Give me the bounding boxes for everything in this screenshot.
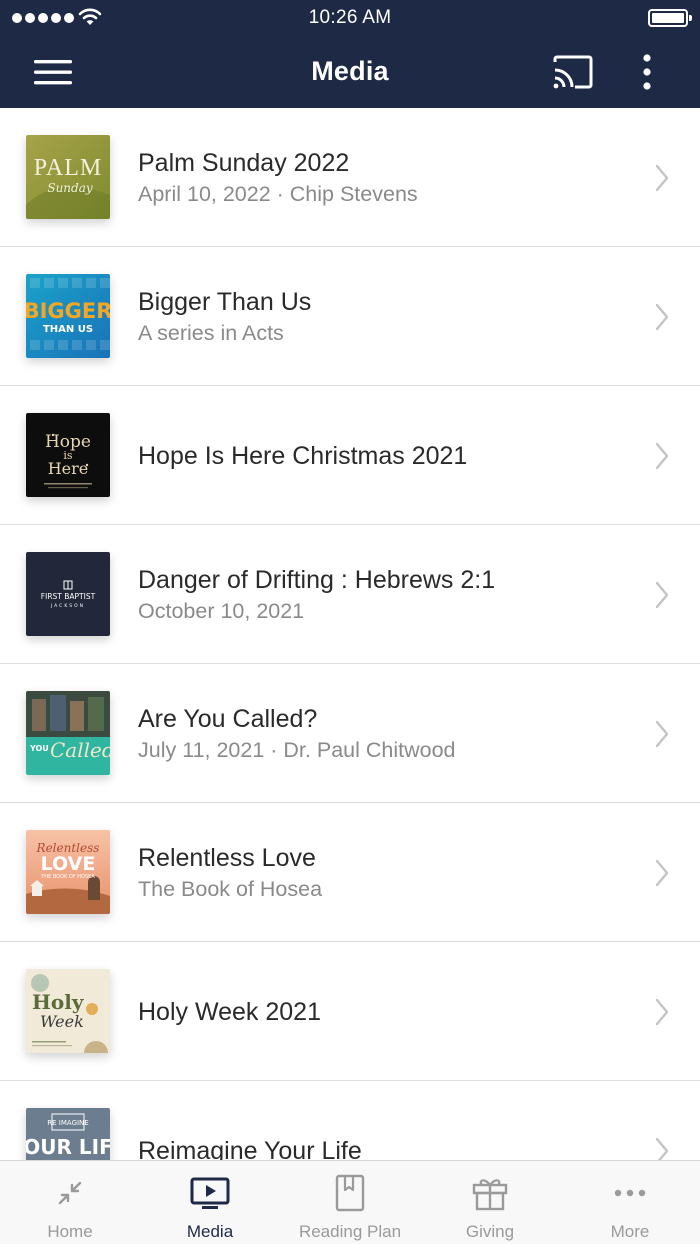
status-time: 10:26 AM (308, 7, 392, 28)
thumb-title: Holy (32, 990, 85, 1014)
media-subtitle: July 11, 2021 · Dr. Paul Chitwood (138, 737, 456, 762)
tab-label: Home (47, 1222, 93, 1241)
thumb-script: Week (40, 1012, 84, 1031)
thumb-sub: THAN US (43, 324, 93, 335)
media-title: Reimagine Your Life (138, 1136, 362, 1161)
compress-arrows-icon (58, 1181, 82, 1205)
media-title: Danger of Drifting : Hebrews 2:1 (138, 565, 496, 594)
media-title: Holy Week 2021 (138, 997, 321, 1026)
tab-reading-plan[interactable]: Reading Plan (280, 1161, 420, 1244)
chevron-right-icon (655, 720, 669, 748)
bookmark-book-icon (335, 1174, 365, 1212)
media-subtitle: April 10, 2022 · Chip Stevens (138, 181, 418, 206)
thumb-sub: THE BOOK OF HOSEA (40, 874, 95, 880)
chevron-right-icon (655, 164, 669, 192)
media-subtitle: October 10, 2021 (138, 598, 305, 623)
chevron-right-icon (655, 998, 669, 1026)
media-list: PALM Sunday Palm Sunday 2022 April 10, 2… (0, 108, 700, 1160)
media-list-item[interactable]: FIRST BAPTIST JACKSON Danger of Drifting… (0, 525, 700, 664)
thumb-script: Here (48, 459, 89, 478)
battery-icon (648, 9, 692, 27)
media-subtitle: A series in Acts (138, 320, 284, 345)
thumb-sub: JACKSON (50, 603, 85, 609)
chevron-right-icon (655, 442, 669, 470)
tab-media[interactable]: Media (140, 1161, 280, 1244)
tab-label: Giving (465, 1222, 515, 1241)
media-thumbnail: PALM Sunday (26, 135, 110, 219)
thumb-script: Sunday (47, 181, 93, 195)
tab-label: More (610, 1222, 650, 1241)
thumb-title: BIGGER (26, 299, 110, 323)
hamburger-icon (34, 60, 72, 85)
media-list-item[interactable]: YOU Called Are You Called? July 11, 2021… (0, 664, 700, 803)
tab-label: Media (186, 1222, 234, 1241)
thumb-title: FIRST BAPTIST (41, 592, 96, 601)
media-subtitle: The Book of Hosea (138, 876, 323, 901)
tab-more[interactable]: More (560, 1161, 700, 1244)
cast-button[interactable] (548, 52, 596, 92)
media-thumbnail: Relentless LOVE THE BOOK OF HOSEA (26, 830, 110, 914)
thumb-title: LOVE (41, 853, 96, 875)
media-title: Hope Is Here Christmas 2021 (138, 441, 468, 470)
media-thumbnail: YOU Called (26, 691, 110, 775)
nav-bar: Media (0, 36, 700, 108)
ellipsis-icon (614, 1189, 646, 1197)
status-bar: 10:26 AM (0, 0, 700, 36)
chevron-right-icon (655, 1137, 669, 1160)
thumb-sub: OUR LIF (26, 1135, 110, 1159)
media-thumbnail: Hope is Here (26, 413, 110, 497)
thumb-title: PALM (34, 155, 102, 181)
gift-icon (472, 1179, 508, 1211)
media-list-item[interactable]: PALM Sunday Palm Sunday 2022 April 10, 2… (0, 108, 700, 247)
media-title: Palm Sunday 2022 (138, 148, 350, 177)
tab-home[interactable]: Home (0, 1161, 140, 1244)
media-list-item[interactable]: BIGGER THAN US Bigger Than Us A series i… (0, 247, 700, 386)
media-thumbnail: RE IMAGINE OUR LIF (26, 1108, 110, 1160)
media-list-item[interactable]: Holy Week Holy Week 2021 (0, 942, 700, 1081)
media-thumbnail: FIRST BAPTIST JACKSON (26, 552, 110, 636)
chevron-right-icon (655, 303, 669, 331)
tv-play-icon (190, 1177, 230, 1209)
overflow-menu-button[interactable] (632, 50, 662, 94)
tab-bar: Home Media Reading Plan Giving More (0, 1160, 700, 1244)
media-list-item[interactable]: Hope is Here Hope Is Here Christmas 2021 (0, 386, 700, 525)
media-title: Relentless Love (138, 843, 316, 872)
chevron-right-icon (655, 859, 669, 887)
tab-giving[interactable]: Giving (420, 1161, 560, 1244)
media-list-item[interactable]: Relentless LOVE THE BOOK OF HOSEA Relent… (0, 803, 700, 942)
media-thumbnail: BIGGER THAN US (26, 274, 110, 358)
thumb-script: Called (50, 738, 110, 762)
hamburger-menu-button[interactable] (28, 54, 78, 90)
thumb-title: YOU (29, 744, 49, 753)
chevron-right-icon (655, 581, 669, 609)
cast-icon (553, 55, 593, 89)
vertical-dots-icon (643, 54, 651, 90)
media-list-item[interactable]: RE IMAGINE OUR LIF Reimagine Your Life (0, 1081, 700, 1160)
tab-label: Reading Plan (298, 1222, 402, 1241)
thumb-title: RE IMAGINE (47, 1119, 88, 1127)
media-title: Bigger Than Us (138, 287, 312, 316)
media-thumbnail: Holy Week (26, 969, 110, 1053)
media-title: Are You Called? (138, 704, 318, 733)
